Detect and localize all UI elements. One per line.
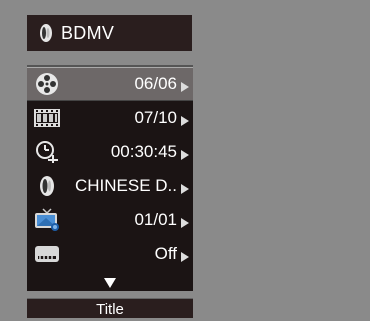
clock-time-icon: [33, 140, 61, 164]
chevron-right-icon: [181, 215, 189, 228]
playback-info-menu: 06/06 07/10 00:30:45 CHINESE D.. 01/01 O…: [27, 65, 193, 291]
chevron-right-icon: [181, 249, 189, 262]
audio-disc-icon: [39, 23, 53, 43]
chevron-right-icon: [181, 147, 189, 160]
elapsed-time-value: 00:30:45: [110, 142, 177, 161]
disc-type-label: BDMV: [61, 22, 115, 43]
subtitle-value: Off: [154, 244, 177, 263]
chapter-number-value: 07/10: [134, 108, 177, 127]
disc-info-osd: BDMV 06/06 07/10 00:30:45 CHINESE D.. 01…: [27, 0, 193, 318]
subtitle-icon: [33, 242, 61, 266]
menu-row-subtitle[interactable]: Off: [27, 237, 193, 271]
menu-row-time[interactable]: 00:30:45: [27, 135, 193, 169]
down-arrow-icon[interactable]: [104, 275, 116, 288]
disc-header: BDMV: [27, 15, 192, 51]
footer-label: Title: [27, 298, 193, 318]
menu-row-title[interactable]: 06/06: [27, 67, 193, 101]
filmstrip-chapter-icon: [33, 106, 61, 130]
menu-row-audio[interactable]: CHINESE D..: [27, 169, 193, 203]
chevron-right-icon: [181, 79, 189, 92]
tv-angle-icon: [33, 208, 61, 232]
audio-track-value: CHINESE D..: [74, 176, 177, 195]
chevron-right-icon: [181, 181, 189, 194]
angle-number-value: 01/01: [134, 210, 177, 229]
chevron-right-icon: [181, 113, 189, 126]
menu-row-chapter[interactable]: 07/10: [27, 101, 193, 135]
title-number-value: 06/06: [134, 74, 177, 93]
menu-row-angle[interactable]: 01/01: [27, 203, 193, 237]
audio-language-icon: [33, 174, 61, 198]
film-reel-icon: [33, 72, 61, 96]
